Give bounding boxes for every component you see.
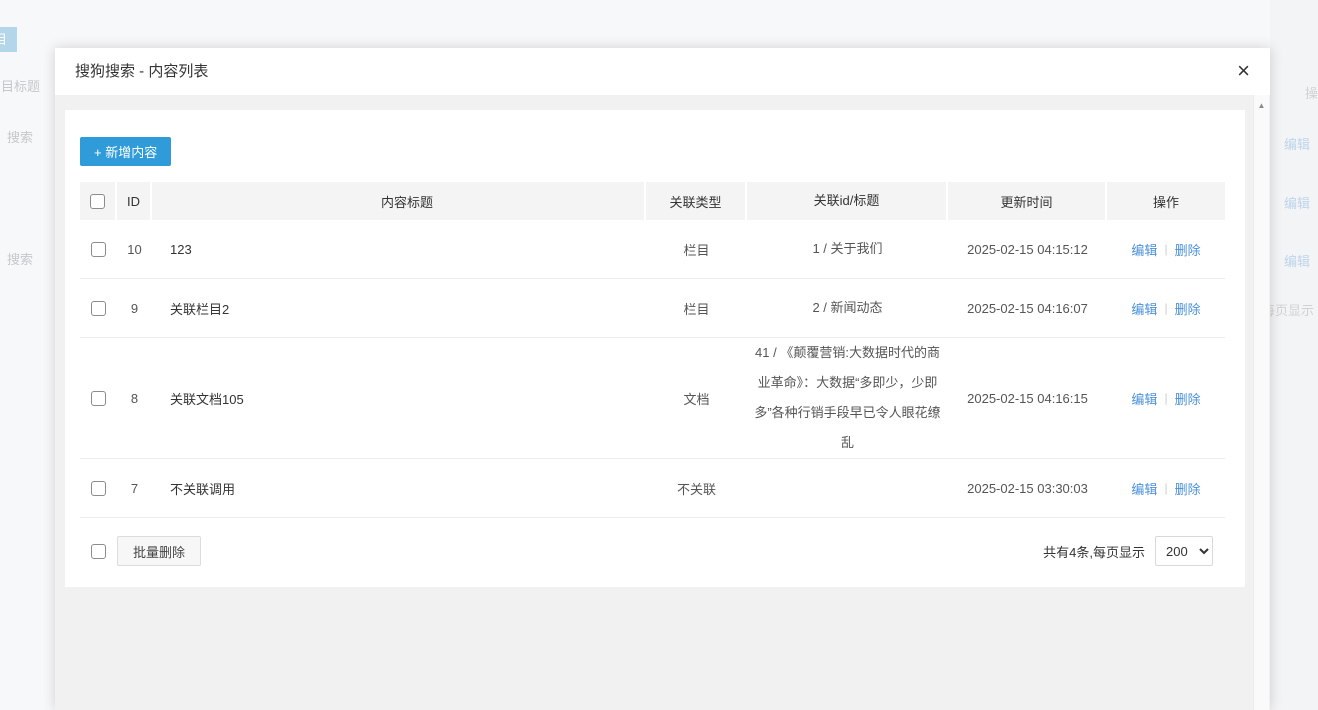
action-separator: | (1164, 242, 1167, 256)
dialog-sogou-content-list: 搜狗搜索 - 内容列表 × ▲ + 新增内容 ID 内容标题 关联类型 关联id… (55, 48, 1270, 710)
row-assoc-target: 41 / 《颠覆营销:大数据时代的商业革命》：大数据“多即少，少即多”各种行销手… (747, 338, 948, 458)
table-row: 10 123 栏目 1 / 关于我们 2025-02-15 04:15:12 编… (80, 220, 1225, 279)
row-updated: 2025-02-15 04:15:12 (948, 242, 1107, 257)
row-assoc-type: 不关联 (646, 479, 747, 498)
table-header-actions: 操作 (1107, 182, 1225, 220)
background-edit-link-3[interactable]: 编辑 (1284, 251, 1310, 270)
background-sidebar-item-active[interactable]: 目 (0, 27, 17, 52)
table-header-assoc-type: 关联类型 (646, 182, 747, 220)
table-header-assoc-target: 关联id/标题 (747, 182, 948, 220)
row-title: 123 (152, 242, 646, 257)
table-header-updated: 更新时间 (948, 182, 1107, 220)
row-checkbox-cell (80, 481, 117, 496)
row-id: 9 (117, 301, 152, 316)
edit-link[interactable]: 编辑 (1131, 479, 1157, 498)
row-updated: 2025-02-15 04:16:07 (948, 301, 1107, 316)
table-header-checkbox-cell (80, 182, 117, 220)
batch-delete-button[interactable]: 批量删除 (117, 536, 201, 566)
row-updated: 2025-02-15 04:16:15 (948, 391, 1107, 406)
delete-link[interactable]: 删除 (1175, 299, 1201, 318)
row-checkbox[interactable] (91, 481, 106, 496)
scroll-up-arrow-icon[interactable]: ▲ (1254, 101, 1269, 110)
select-all-checkbox[interactable] (90, 194, 105, 209)
row-assoc-target: 2 / 新闻动态 (747, 293, 948, 323)
action-separator: | (1164, 391, 1167, 405)
row-actions-cell: 编辑 | 删除 (1107, 299, 1225, 318)
row-checkbox-cell (80, 242, 117, 257)
table-footer: 批量删除 共有4条,每页显示 200 (80, 518, 1225, 580)
table-header-title: 内容标题 (152, 182, 646, 220)
row-actions-cell: 编辑 | 删除 (1107, 389, 1225, 408)
background-sidebar-item-label: 目 (0, 27, 7, 52)
action-separator: | (1164, 481, 1167, 495)
delete-link[interactable]: 删除 (1175, 479, 1201, 498)
row-actions-cell: 编辑 | 删除 (1107, 479, 1225, 498)
delete-link[interactable]: 删除 (1175, 389, 1201, 408)
content-table: ID 内容标题 关联类型 关联id/标题 更新时间 操作 10 123 栏目 1… (80, 182, 1225, 580)
action-separator: | (1164, 301, 1167, 315)
table-row: 8 关联文档105 文档 41 / 《颠覆营销:大数据时代的商业革命》：大数据“… (80, 338, 1225, 459)
row-id: 8 (117, 391, 152, 406)
dialog-header: 搜狗搜索 - 内容列表 × (55, 48, 1270, 95)
row-id: 7 (117, 481, 152, 496)
close-icon[interactable]: × (1237, 58, 1250, 84)
background-sidebar-item-search-2[interactable]: 搜索 (7, 249, 33, 268)
background-page-right-area (1270, 0, 1318, 710)
background-actions-column-header: 操 (1305, 83, 1318, 102)
delete-link[interactable]: 删除 (1175, 240, 1201, 259)
row-id: 10 (117, 242, 152, 257)
edit-link[interactable]: 编辑 (1131, 389, 1157, 408)
row-assoc-target: 1 / 关于我们 (747, 234, 948, 264)
row-checkbox-cell (80, 391, 117, 406)
dialog-title: 搜狗搜索 - 内容列表 (75, 48, 208, 95)
row-checkbox[interactable] (91, 391, 106, 406)
table-row: 9 关联栏目2 栏目 2 / 新闻动态 2025-02-15 04:16:07 … (80, 279, 1225, 338)
background-edit-link-2[interactable]: 编辑 (1284, 193, 1310, 212)
footer-select-all-checkbox[interactable] (91, 544, 106, 559)
background-edit-link-1[interactable]: 编辑 (1284, 134, 1310, 153)
row-checkbox-cell (80, 301, 117, 316)
footer-checkbox-cell (80, 544, 117, 559)
table-row: 7 不关联调用 不关联 2025-02-15 03:30:03 编辑 | 删除 (80, 459, 1225, 518)
row-updated: 2025-02-15 03:30:03 (948, 481, 1107, 496)
row-assoc-type: 文档 (646, 389, 747, 408)
row-title: 不关联调用 (152, 479, 646, 498)
background-sidebar-item-search-1[interactable]: 搜索 (7, 127, 33, 146)
content-panel: + 新增内容 ID 内容标题 关联类型 关联id/标题 更新时间 操作 10 1… (65, 110, 1245, 587)
background-sidebar-item-column-title[interactable]: 目标题 (1, 76, 40, 95)
add-content-button[interactable]: + 新增内容 (80, 137, 171, 166)
row-assoc-type: 栏目 (646, 240, 747, 259)
row-assoc-type: 栏目 (646, 299, 747, 318)
edit-link[interactable]: 编辑 (1131, 240, 1157, 259)
row-title: 关联文档105 (152, 389, 646, 408)
page-size-select[interactable]: 200 (1155, 536, 1213, 566)
scrollbar[interactable]: ▲ (1253, 95, 1269, 710)
table-header-row: ID 内容标题 关联类型 关联id/标题 更新时间 操作 (80, 182, 1225, 220)
table-header-id: ID (117, 182, 152, 220)
row-actions-cell: 编辑 | 删除 (1107, 240, 1225, 259)
row-checkbox[interactable] (91, 301, 106, 316)
row-checkbox[interactable] (91, 242, 106, 257)
edit-link[interactable]: 编辑 (1131, 299, 1157, 318)
row-title: 关联栏目2 (152, 299, 646, 318)
record-count-summary: 共有4条,每页显示 (1043, 542, 1145, 561)
